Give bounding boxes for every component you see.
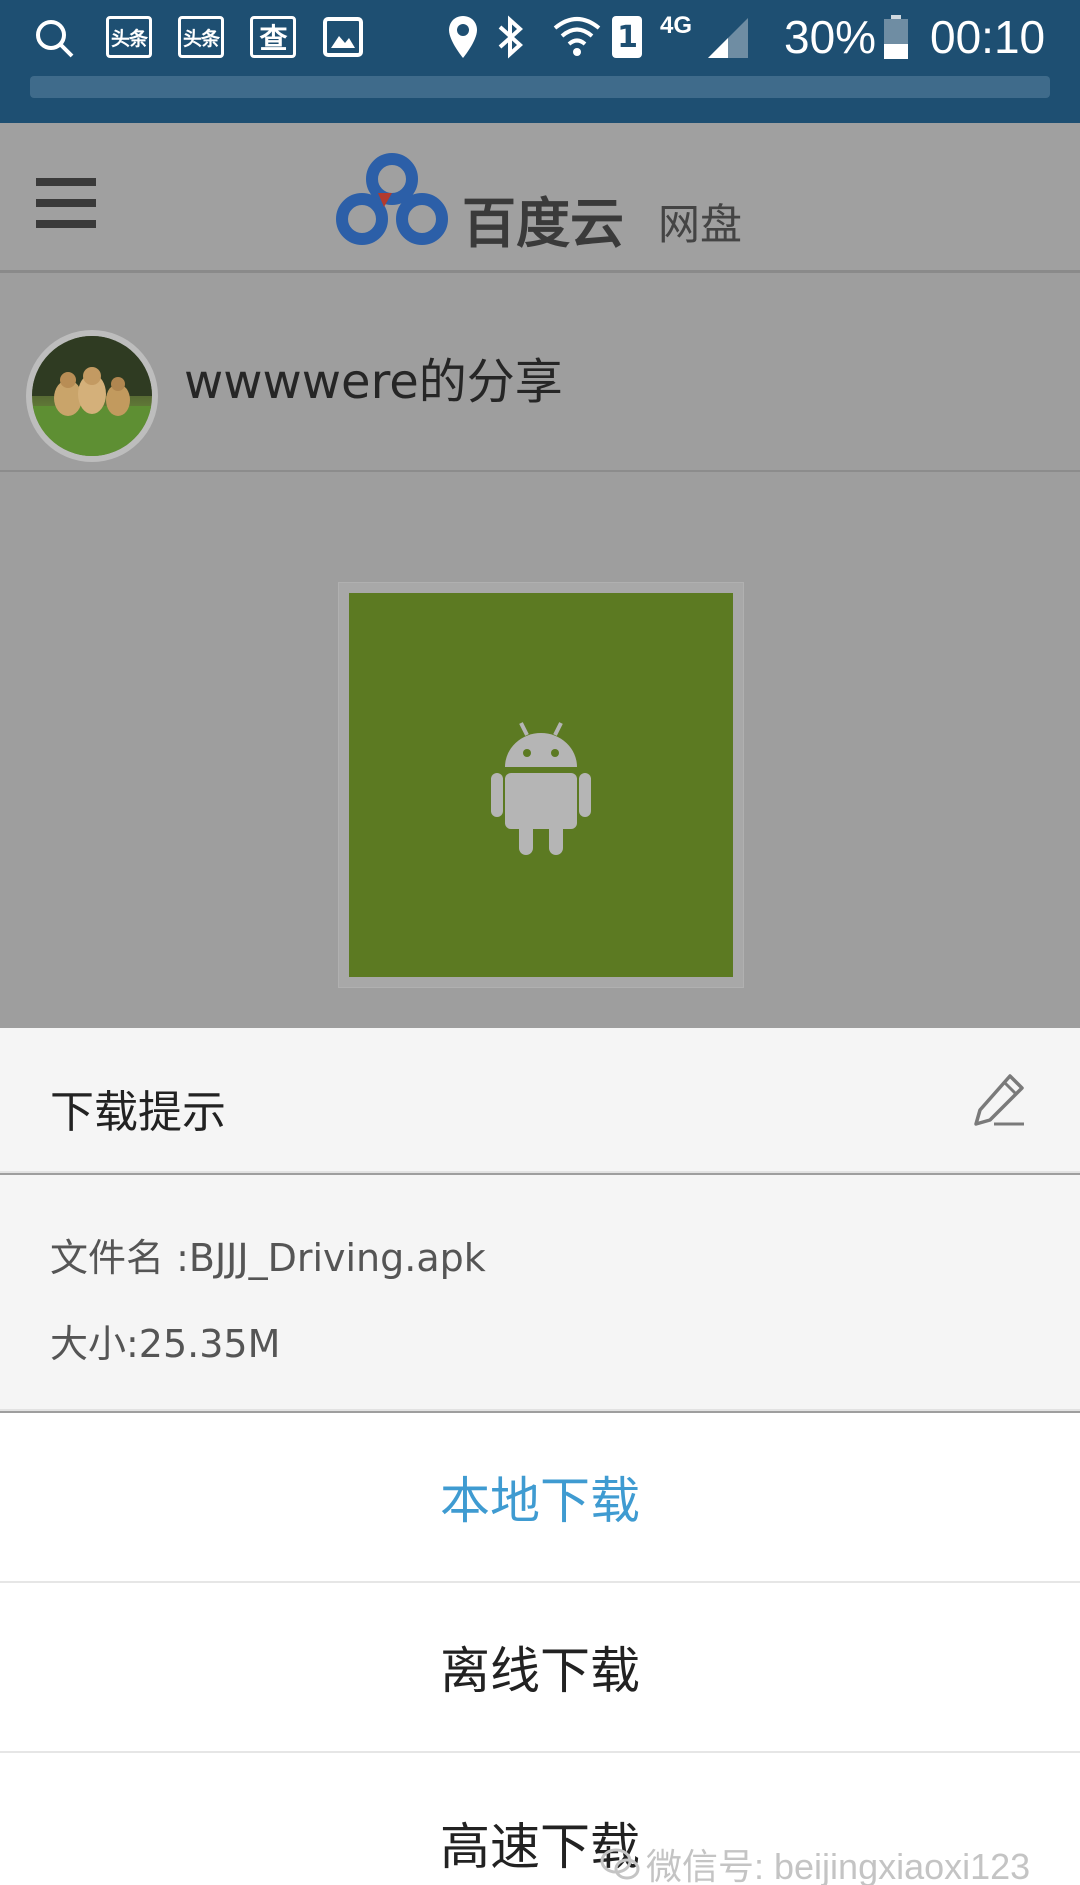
battery-icon [884,15,908,59]
app-header: 百度云 网盘 [0,123,1080,273]
avatar[interactable] [26,330,158,462]
offline-download-button[interactable]: 离线下载 [0,1583,1080,1753]
location-icon [449,16,477,58]
brand-subtitle: 网盘 [658,200,743,249]
lookup-notification-icon: 查 [250,16,296,58]
file-name: 文件名 :BJJJ_Driving.apk [50,1236,486,1280]
notification-shade-strip [30,76,1050,98]
status-bar: 头条 头条 查 1 4G 30% 00:10 [0,0,1080,123]
share-owner-title: wwwwere的分享 [184,354,563,410]
menu-icon[interactable] [36,178,96,228]
file-info-panel: 文件名 :BJJJ_Driving.apk 大小:25.35M [0,1175,1080,1411]
toutiao-notification-icon: 头条 [178,16,224,58]
sim-slot-icon: 1 [612,16,642,58]
android-icon [491,722,591,855]
avatar-photo [32,336,152,456]
signal-icon [708,18,748,58]
toutiao-notification-icon: 头条 [106,16,152,58]
bluetooth-icon [498,15,523,59]
local-download-button[interactable]: 本地下载 [0,1413,1080,1583]
watermark-text: 微信号: beijingxiaoxi123 [646,1846,1031,1885]
brand-name: 百度云 [462,192,624,255]
apk-file-tile [349,593,733,977]
file-size: 大小:25.35M [50,1322,281,1366]
edit-icon[interactable] [970,1072,1026,1128]
dialog-title: 下载提示 [50,1087,226,1138]
wechat-watermark: 微信号: beijingxiaoxi123 [600,1838,1030,1885]
share-owner-row: wwwwere的分享 [0,276,1080,472]
baidu-cloud-logo-icon [336,153,448,245]
network-type-label: 4G [660,12,693,39]
clock: 00:10 [930,11,1046,63]
image-notification-icon [323,17,363,57]
search-icon [36,20,74,58]
file-preview[interactable] [338,582,744,988]
wifi-icon [553,17,601,56]
battery-percent: 30% [784,11,877,63]
wechat-icon [600,1848,640,1880]
download-dialog-header: 下载提示 [0,1028,1080,1173]
